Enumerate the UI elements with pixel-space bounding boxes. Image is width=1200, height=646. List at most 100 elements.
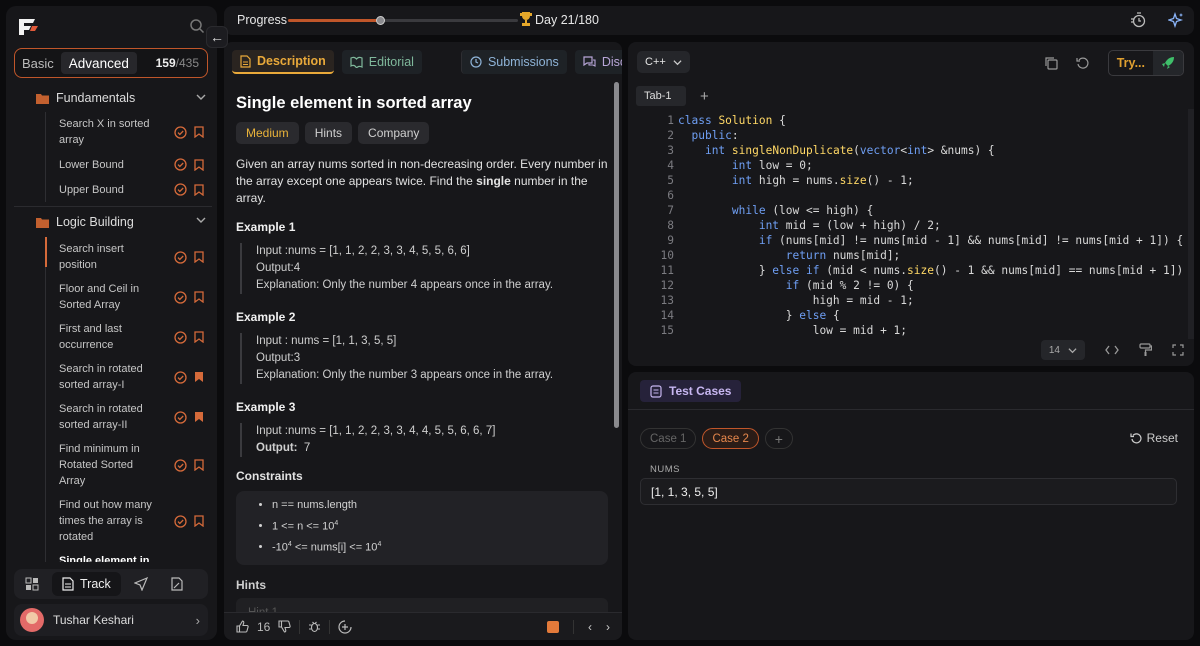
tab-description[interactable]: Description [232, 50, 334, 74]
mode-basic-option[interactable]: Basic [15, 49, 61, 77]
user-profile[interactable]: Tushar Keshari › [14, 604, 208, 636]
list-item[interactable]: Search in rotated sorted array-I [46, 357, 212, 397]
logo-icon[interactable] [16, 16, 42, 38]
chevron-right-icon[interactable]: › [606, 620, 610, 634]
sparkle-icon[interactable] [1168, 12, 1184, 28]
search-icon[interactable] [189, 18, 205, 34]
add-tab-icon[interactable]: + [700, 88, 709, 105]
rocket-icon[interactable] [1153, 51, 1183, 75]
list-item[interactable]: Find minimum in Rotated Sorted Array [46, 437, 212, 493]
list-item[interactable]: First and last occurrence [46, 317, 212, 357]
font-size-select[interactable]: 14 [1040, 340, 1085, 360]
code-line[interactable]: int mid = (low + high) / 2; [678, 218, 941, 233]
language-select[interactable]: C++ [637, 51, 690, 73]
bookmark-filled-icon[interactable] [194, 411, 204, 423]
send-icon[interactable] [123, 569, 159, 599]
list-item-active[interactable]: Single element in sorted array [45, 237, 212, 562]
bookmark-filled-icon[interactable] [194, 371, 204, 383]
reset-code-icon[interactable] [1076, 56, 1090, 70]
code-line[interactable]: low = mid + 1; [678, 323, 907, 338]
editor-tab[interactable]: Tab-1 [636, 86, 686, 106]
collapse-sidebar-button[interactable]: ← [206, 26, 228, 48]
progress-knob[interactable] [376, 16, 385, 25]
tab-submissions[interactable]: Submissions [460, 50, 567, 74]
code-line[interactable]: return nums[mid]; [678, 248, 901, 263]
tab-discussion[interactable]: Discussion [574, 50, 622, 74]
check-circle-icon[interactable] [174, 458, 187, 472]
chevron-down-icon[interactable] [196, 215, 206, 225]
check-circle-icon[interactable] [174, 410, 187, 424]
code-line[interactable]: } else { [678, 308, 840, 323]
thumbs-down-icon[interactable] [278, 620, 292, 633]
code-line[interactable]: int high = nums.size() - 1; [678, 173, 914, 188]
track-button[interactable]: Track [52, 572, 121, 596]
section-logic-building[interactable]: Logic Building [14, 206, 212, 237]
try-run-button[interactable]: Try... [1107, 50, 1184, 76]
code-line[interactable]: class Solution { [678, 113, 786, 128]
tab-test-cases[interactable]: Test Cases [640, 380, 742, 402]
code-line[interactable]: if (nums[mid] != nums[mid - 1] && nums[m… [678, 233, 1183, 248]
code-line[interactable]: int singleNonDuplicate(vector<int> &nums… [678, 143, 995, 158]
hints-chip[interactable]: Hints [304, 122, 353, 144]
code-line[interactable]: high = mid - 1; [678, 293, 914, 308]
bookmark-icon[interactable] [194, 183, 204, 196]
bookmark-icon[interactable] [194, 331, 204, 343]
check-circle-icon[interactable] [174, 158, 187, 171]
add-case-button[interactable]: + [764, 428, 793, 449]
status-check-icon[interactable] [547, 620, 559, 633]
check-circle-icon[interactable] [174, 125, 187, 139]
chevron-right-icon[interactable]: › [196, 613, 200, 628]
check-circle-icon[interactable] [174, 514, 187, 528]
chevron-down-icon[interactable] [196, 92, 206, 102]
avatar[interactable] [20, 608, 44, 632]
code-line[interactable]: int low = 0; [678, 158, 813, 173]
progress-bar[interactable] [288, 16, 518, 25]
edit-doc-icon[interactable] [159, 569, 195, 599]
chevron-left-icon[interactable]: ‹ [588, 620, 592, 634]
code-line[interactable]: } else if (mid < nums.size() - 1 && nums… [678, 263, 1188, 278]
thumbs-up-icon[interactable] [236, 620, 249, 633]
bookmark-icon[interactable] [194, 515, 204, 527]
list-item[interactable]: Search insert position [46, 237, 212, 277]
bookmark-icon[interactable] [194, 251, 204, 263]
check-circle-icon[interactable] [174, 250, 187, 264]
check-circle-icon[interactable] [174, 330, 187, 344]
list-item[interactable]: Lower Bound [46, 152, 212, 177]
code-line[interactable]: public: [678, 128, 738, 143]
line-number: 8 [667, 219, 674, 232]
timer-icon[interactable] [1130, 12, 1146, 28]
bookmark-icon[interactable] [194, 459, 204, 471]
scrollbar[interactable] [614, 82, 619, 428]
list-item[interactable]: Upper Bound [46, 177, 212, 202]
fullscreen-icon[interactable] [1172, 344, 1184, 356]
bookmark-icon[interactable] [194, 158, 204, 171]
mode-advanced-option[interactable]: Advanced [60, 52, 137, 74]
mode-toggle[interactable]: Basic Advanced 159/435 [14, 48, 208, 78]
nums-input[interactable]: [1, 1, 3, 5, 5] [640, 478, 1177, 505]
check-circle-icon[interactable] [174, 290, 187, 304]
check-circle-icon[interactable] [174, 370, 187, 384]
ai-assist-icon[interactable] [338, 619, 352, 634]
code-brackets-icon[interactable] [1105, 344, 1119, 356]
section-fundamentals[interactable]: Fundamentals [14, 84, 212, 112]
reset-button[interactable]: Reset [1130, 431, 1178, 445]
dashboard-icon[interactable] [14, 569, 50, 599]
list-item[interactable]: Floor and Ceil in Sorted Array [46, 277, 212, 317]
check-circle-icon[interactable] [174, 183, 187, 196]
bookmark-icon[interactable] [194, 126, 204, 138]
bookmark-icon[interactable] [194, 291, 204, 303]
case-2-button[interactable]: Case 2 [702, 428, 759, 449]
code-area[interactable]: 1 class Solution {2 public: 3 int singleNo… [628, 109, 1188, 339]
list-item[interactable]: Search X in sorted array [46, 112, 212, 152]
code-line[interactable]: if (mid % 2 != 0) { [678, 278, 914, 293]
code-line[interactable]: while (low <= high) { [678, 203, 873, 218]
company-chip[interactable]: Company [358, 122, 430, 144]
list-item[interactable]: Find out how many times the array is rot… [46, 493, 212, 549]
editor-scrollbar[interactable] [1188, 109, 1194, 339]
bug-icon[interactable] [308, 620, 321, 633]
tab-editorial[interactable]: Editorial [341, 50, 422, 74]
list-item[interactable]: Search in rotated sorted array-II [46, 397, 212, 437]
copy-icon[interactable] [1044, 56, 1058, 70]
format-paint-icon[interactable] [1139, 343, 1152, 357]
case-1-button[interactable]: Case 1 [640, 428, 697, 449]
